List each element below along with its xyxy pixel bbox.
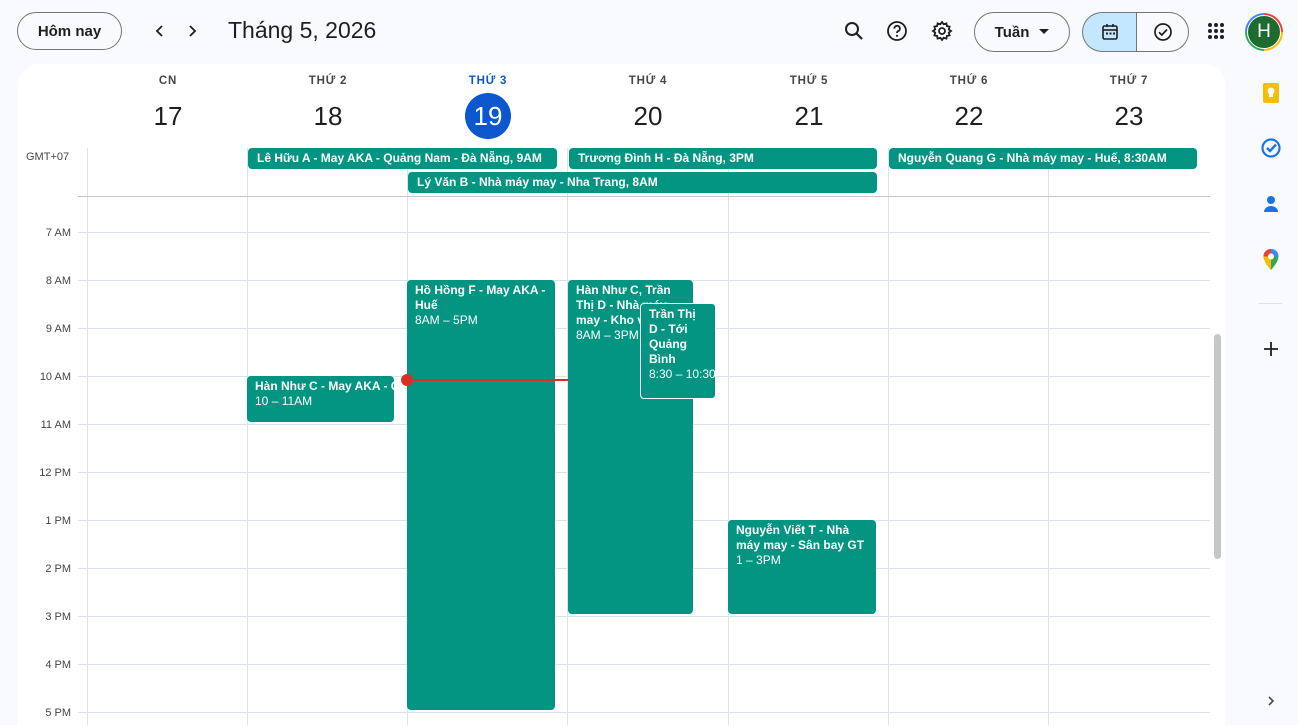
month-title: Tháng 5, 2026 — [228, 17, 377, 43]
calendar-event[interactable]: Hàn Như C - May AKA - Quảng Ngãi 10 – 11… — [247, 376, 394, 422]
search-icon — [845, 22, 863, 40]
keep-button[interactable] — [1258, 80, 1284, 106]
calendar-event[interactable]: Hồ Hồng F - May AKA - Huế 8AM – 5PM — [407, 280, 555, 710]
add-addon-button[interactable] — [1258, 336, 1284, 362]
day-number[interactable]: 20 — [625, 93, 671, 139]
next-week-button[interactable] — [179, 18, 205, 44]
hour-label: 5 PM — [45, 707, 71, 719]
expand-side-panel-button[interactable] — [1258, 688, 1284, 714]
hour-line — [78, 232, 1210, 233]
calendar-event[interactable]: Trần Thị D - Tới Quảng Bình 8:30 – 10:30… — [640, 303, 716, 399]
chevron-left-icon — [155, 25, 163, 37]
day-of-week: THỨ 2 — [308, 75, 348, 87]
grid-line — [888, 148, 889, 725]
day-header-sun[interactable]: CN 17 — [88, 64, 248, 148]
gear-icon — [931, 20, 953, 42]
event-time: 8:30 – 10:30AM — [649, 367, 716, 381]
day-number[interactable]: 18 — [305, 93, 351, 139]
day-of-week: THỨ 5 — [789, 75, 829, 87]
caret-down-icon — [1039, 29, 1050, 34]
settings-button[interactable] — [927, 16, 957, 46]
maps-button[interactable] — [1258, 247, 1284, 273]
allday-event[interactable]: Lý Văn B - Nhà máy may - Nha Trang, 8AM — [408, 172, 877, 193]
contacts-icon — [1264, 196, 1278, 212]
day-number-today[interactable]: 19 — [465, 93, 511, 139]
tasks-icon — [1261, 138, 1281, 158]
calendar-event[interactable]: Nguyễn Viết T - Nhà máy may - Sân bay GT… — [728, 520, 876, 614]
help-button[interactable] — [882, 16, 912, 46]
event-title: Trần Thị D - Tới Quảng Bình — [649, 307, 696, 366]
today-button[interactable]: Hôm nay — [17, 12, 122, 50]
current-time-line — [407, 379, 568, 381]
day-header-wed[interactable]: THỨ 4 20 — [568, 64, 728, 148]
hour-line — [78, 616, 1210, 617]
day-header-mon[interactable]: THỨ 2 18 — [248, 64, 408, 148]
day-of-week: THỨ 3 — [468, 75, 508, 87]
tasks-view-toggle[interactable] — [1136, 12, 1189, 52]
search-button[interactable] — [839, 16, 869, 46]
event-title: Hàn Như C - May AKA - Quảng Ngãi — [255, 379, 394, 393]
event-title: Hồ Hồng F - May AKA - Huế — [415, 283, 546, 312]
hour-label: 3 PM — [45, 611, 71, 623]
rail-divider — [1258, 303, 1282, 304]
current-time-dot — [401, 374, 413, 386]
day-number[interactable]: 23 — [1106, 93, 1152, 139]
week-grid: CN 17 THỨ 2 18 THỨ 3 19 THỨ 4 20 THỨ 5 2… — [18, 64, 1226, 725]
hour-label: 9 AM — [45, 323, 71, 335]
hour-label: 7 AM — [45, 227, 71, 239]
event-title: Nguyễn Viết T - Nhà máy may - Sân bay GT — [736, 523, 865, 552]
day-number[interactable]: 21 — [786, 93, 832, 139]
apps-grid-icon — [1208, 23, 1224, 39]
hour-label: 2 PM — [45, 563, 71, 575]
hour-line — [78, 664, 1210, 665]
day-of-week: THỨ 4 — [628, 75, 668, 87]
view-select[interactable]: Tuần — [974, 12, 1070, 52]
calendar-view-toggle[interactable] — [1082, 12, 1136, 52]
grid-line — [1048, 148, 1049, 725]
tasks-button[interactable] — [1258, 135, 1284, 161]
day-header-tue[interactable]: THỨ 3 19 — [408, 64, 568, 148]
hour-line — [78, 712, 1210, 713]
previous-week-button[interactable] — [147, 18, 173, 44]
event-time: 8AM – 5PM — [415, 313, 478, 327]
help-icon — [887, 21, 907, 41]
timezone-label: GMT+07 — [26, 151, 70, 163]
day-of-week: THỨ 7 — [1109, 75, 1149, 87]
hour-label: 12 PM — [39, 467, 71, 479]
check-circle-icon — [1153, 23, 1172, 41]
day-of-week: THỨ 6 — [949, 75, 989, 87]
event-time: 10 – 11AM — [255, 394, 313, 408]
vertical-scrollbar[interactable] — [1214, 334, 1221, 559]
hour-label: 1 PM — [45, 515, 71, 527]
maps-pin-icon — [1263, 249, 1279, 270]
allday-event[interactable]: Lê Hữu A - May AKA - Quảng Nam - Đà Nẵng… — [248, 148, 557, 169]
event-time: 1 – 3PM — [736, 553, 781, 567]
hour-label: 4 PM — [45, 659, 71, 671]
contacts-button[interactable] — [1258, 191, 1284, 217]
day-number[interactable]: 17 — [145, 93, 191, 139]
day-header-thu[interactable]: THỨ 5 21 — [729, 64, 889, 148]
keep-icon — [1263, 83, 1279, 103]
grid-line — [728, 148, 729, 725]
day-of-week: CN — [158, 75, 178, 87]
chevron-right-icon — [1268, 696, 1275, 706]
grid-line — [247, 148, 248, 725]
grid-line — [87, 148, 88, 725]
avatar-initial: H — [1247, 15, 1281, 49]
calendar-icon — [1101, 24, 1118, 40]
day-number[interactable]: 22 — [946, 93, 992, 139]
view-select-label: Tuần — [994, 23, 1030, 41]
allday-event[interactable]: Trương Đình H - Đà Nẵng, 3PM — [569, 148, 877, 169]
plus-icon — [1264, 342, 1278, 356]
hour-label: 8 AM — [45, 275, 71, 287]
hour-label: 10 AM — [39, 371, 71, 383]
day-header-fri[interactable]: THỨ 6 22 — [889, 64, 1049, 148]
apps-button[interactable] — [1201, 16, 1231, 46]
allday-event[interactable]: Nguyễn Quang G - Nhà máy may - Huế, 8:30… — [889, 148, 1197, 169]
account-avatar[interactable]: H — [1245, 13, 1283, 51]
chevron-right-icon — [189, 25, 197, 37]
hour-label: 11 AM — [40, 419, 71, 431]
day-header-sat[interactable]: THỨ 7 23 — [1049, 64, 1209, 148]
allday-divider — [78, 196, 1210, 197]
